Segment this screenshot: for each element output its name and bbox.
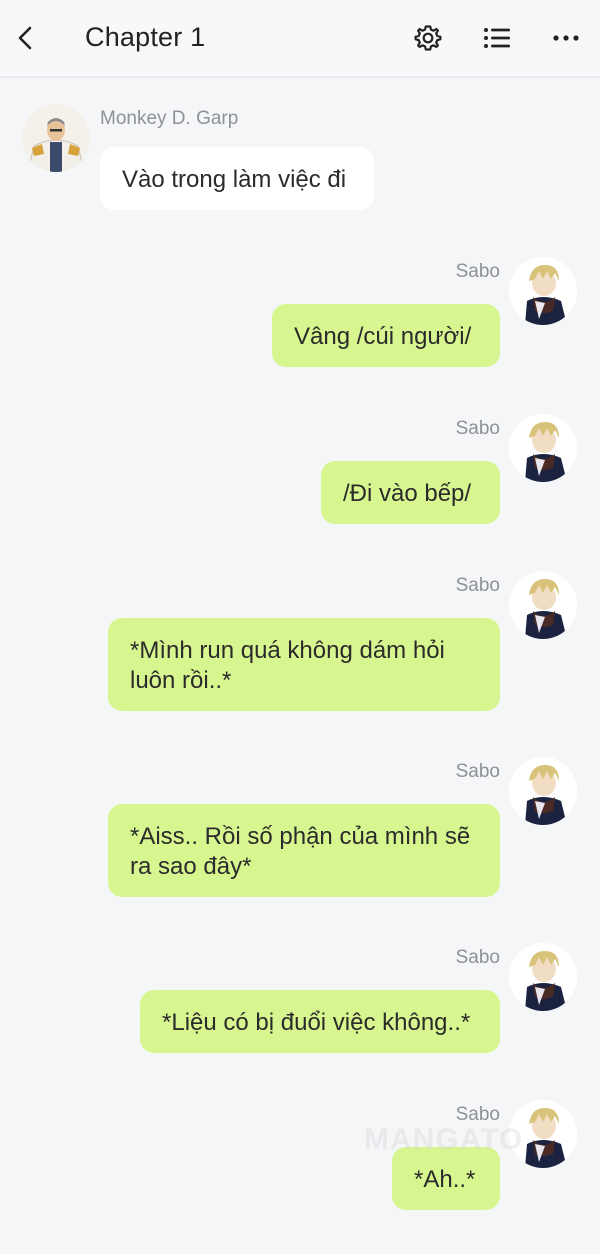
message-bubble[interactable]: Vâng /cúi người/ (272, 304, 500, 367)
top-bar: Chapter 1 (0, 0, 600, 77)
gear-icon (414, 25, 442, 51)
sabo-avatar-icon (509, 943, 577, 1011)
avatar-sabo[interactable] (509, 757, 577, 825)
sender-name: Sabo (455, 947, 500, 968)
chapter-list-button[interactable] (479, 20, 515, 56)
garp-avatar-icon (22, 104, 90, 172)
sender-name: Sabo (455, 418, 500, 439)
sabo-avatar-icon (509, 414, 577, 482)
sabo-avatar-icon (509, 257, 577, 325)
message-bubble[interactable]: *Liệu có bị đuổi việc không..* (140, 990, 500, 1053)
sender-name: Sabo (455, 761, 500, 782)
message-bubble[interactable]: /Đi vào bếp/ (321, 461, 500, 524)
avatar-garp[interactable] (22, 104, 90, 172)
sabo-avatar-icon (509, 757, 577, 825)
sabo-avatar-icon (509, 571, 577, 639)
sender-name: Monkey D. Garp (100, 108, 239, 129)
message-bubble[interactable]: *Aiss.. Rồi số phận của mình sẽ ra sao đ… (108, 804, 500, 897)
sender-name: Sabo (455, 261, 500, 282)
sender-name: Sabo (455, 575, 500, 596)
chevron-left-icon (18, 26, 32, 50)
more-button[interactable] (548, 20, 584, 56)
message-bubble[interactable]: *Mình run quá không dám hỏi luôn rồi..* (108, 618, 500, 711)
settings-button[interactable] (410, 20, 446, 56)
avatar-sabo[interactable] (509, 943, 577, 1011)
back-button[interactable] (8, 18, 44, 58)
chat-area[interactable]: Monkey D. Garp Vào trong làm việc đi Sab… (0, 77, 600, 1254)
list-icon (484, 28, 510, 48)
avatar-sabo[interactable] (509, 257, 577, 325)
watermark: MANGATO (364, 1123, 524, 1156)
avatar-sabo[interactable] (509, 571, 577, 639)
avatar-sabo[interactable] (509, 414, 577, 482)
message-bubble[interactable]: Vào trong làm việc đi (100, 147, 374, 210)
more-horizontal-icon (553, 35, 579, 41)
page-title: Chapter 1 (85, 22, 206, 52)
